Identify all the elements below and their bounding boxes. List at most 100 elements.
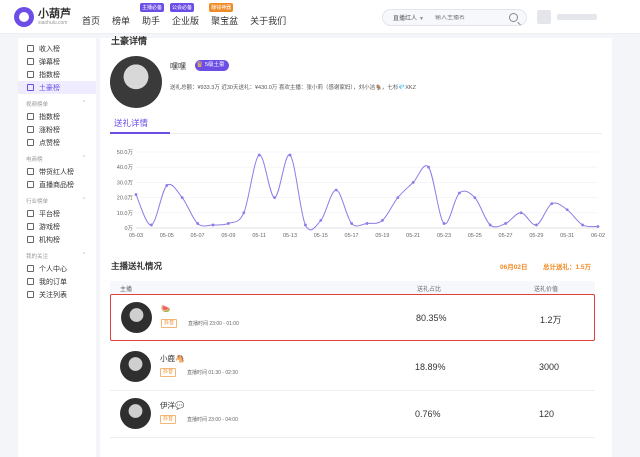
sidebar-group-video[interactable]: 视频榜单 [18,94,96,110]
avatar[interactable] [121,302,152,333]
sidebar-item-orders[interactable]: 我的订单 [18,275,96,288]
nav-item-assistant[interactable]: 主播必备 助手 [140,2,165,27]
table-row[interactable]: 小鹿🐴 抖音 直播时间 01:30 - 02:30 18.89% 3000 [110,344,595,391]
top-navbar: 小葫芦 xiaohulu.com 首页 榜单 主播必备 助手 公会必备 企业版 赚钱… [0,0,640,34]
anchor-name[interactable]: 🍉 [161,304,170,313]
data-point [488,223,492,227]
data-point [365,222,369,225]
tab-active-indicator [110,132,170,134]
box-icon [27,181,34,188]
user-name[interactable] [557,14,597,20]
sidebar-item-agency[interactable]: 机构榜 [18,233,96,246]
data-point [565,208,569,212]
monitor-icon [27,210,34,217]
sidebar-item-danmaku[interactable]: 弹幕榜 [18,55,96,68]
search-icon[interactable] [509,13,518,22]
x-tick-label: 05-05 [160,233,174,239]
thumb-icon [27,139,34,146]
user-avatar[interactable] [537,10,551,24]
live-time: 直播时间 23:00 - 01:00 [188,321,239,327]
data-point [227,222,230,225]
ranking-title: 主播送礼情况 [111,261,163,271]
sidebar: 收入榜 弹幕榜 指数榜 土豪榜 视频榜单 指数榜 涨粉榜 点赞榜 电商榜 带货红… [18,38,96,457]
profile-name: 嘿嘿 [170,62,186,71]
nav-item-home[interactable]: 首页 [82,8,100,27]
sidebar-item-income[interactable]: 收入榜 [18,42,96,55]
crown-icon [27,84,34,91]
data-point [442,222,446,225]
sidebar-group-follow[interactable]: 我的关注 [18,246,96,262]
search-category-select[interactable]: 直播红人 ▼ [383,13,435,22]
x-tick-label: 05-15 [314,233,328,239]
sidebar-item-likes[interactable]: 点赞榜 [18,136,96,149]
x-tick-label: 06-02 [591,233,605,239]
ranking-date[interactable]: 06月02日 [500,261,527,271]
building-icon [27,236,34,243]
y-tick-label: 0万 [124,225,133,232]
sidebar-item-sales-stars[interactable]: 带货红人榜 [18,165,96,178]
live-time: 直播时间 23:00 - 04:00 [187,417,238,423]
y-tick-label: 10.0万 [117,210,134,217]
sidebar-item-profile[interactable]: 个人中心 [18,262,96,275]
chart-icon [27,71,34,78]
gamepad-icon [27,223,34,230]
x-tick-label: 05-27 [499,233,513,239]
data-point [504,222,507,225]
anchor-name[interactable]: 伊洋💬 [160,400,184,411]
x-tick-label: 05-19 [375,233,389,239]
avatar[interactable] [120,398,151,429]
data-point [180,196,184,199]
x-tick-label: 05-09 [221,233,235,239]
gift-value: 120 [539,409,555,419]
data-point [150,223,153,227]
data-point [319,219,323,222]
gift-share: 80.35% [416,313,447,323]
sidebar-item-tuhao[interactable]: 土豪榜 [18,81,96,94]
x-tick-label: 05-31 [560,233,574,239]
column-header-anchor: 主播 [120,287,133,293]
sidebar-item-video-index[interactable]: 指数榜 [18,110,96,123]
sidebar-group-industry[interactable]: 行业榜单 [18,191,96,207]
logo[interactable]: 小葫芦 xiaohulu.com [14,7,71,27]
anchor-name[interactable]: 小鹿🐴 [160,353,184,364]
logo-icon [14,7,34,27]
x-tick-label: 05-29 [529,233,543,239]
gift-value: 1.2万 [540,315,562,325]
main-nav: 首页 榜单 主播必备 助手 公会必备 企业版 赚钱神器 聚宝盆 关于我们 [82,0,298,34]
main-content: 土豪详情 嘿嘿 5级土豪 送礼总额：¥933.3万 近30天送礼：¥430.0万… [100,36,612,457]
table-row[interactable]: 🍉 抖音 直播时间 23:00 - 01:00 80.35% 1.2万 [110,294,595,341]
star-icon [27,291,34,298]
avatar[interactable] [120,351,151,382]
data-point [257,153,261,157]
data-point [211,223,215,227]
chevron-down-icon: ▼ [419,16,424,22]
sidebar-item-fans[interactable]: 涨粉榜 [18,123,96,136]
sidebar-item-live-products[interactable]: 直播商品榜 [18,178,96,191]
message-icon [27,58,34,65]
data-point [196,222,199,225]
tab-gift-detail[interactable]: 送礼详情 [114,117,148,129]
data-point [165,184,169,187]
search-input[interactable] [435,14,505,21]
sidebar-item-platform[interactable]: 平台榜 [18,207,96,220]
data-point [350,222,353,225]
nav-item-rankings[interactable]: 榜单 [112,8,130,27]
bag-icon [27,168,34,175]
y-tick-label: 30.0万 [117,179,134,186]
data-point [411,181,415,184]
series-line [135,154,599,231]
data-point [550,202,554,206]
sidebar-group-ecommerce[interactable]: 电商榜 [18,149,96,165]
nav-item-enterprise[interactable]: 公会必备 企业版 [170,2,199,27]
nav-item-treasure[interactable]: 赚钱神器 聚宝盆 [209,2,238,27]
sidebar-item-index[interactable]: 指数榜 [18,68,96,81]
sidebar-item-games[interactable]: 游戏榜 [18,220,96,233]
y-tick-label: 50.0万 [117,149,134,156]
table-row[interactable]: 伊洋💬 抖音 直播时间 23:00 - 04:00 0.76% 120 [110,391,595,438]
coin-icon [27,45,34,52]
gift-line-chart: 0万 10.0万 20.0万 30.0万 40.0万 50.0万 05-03 05-05 05-… [117,149,605,239]
ranking-total: 总计送礼：1.5万 [543,264,592,271]
sidebar-item-following[interactable]: 关注列表 [18,288,96,301]
nav-item-about[interactable]: 关于我们 [250,8,286,27]
nav-badge: 主播必备 [140,2,165,12]
